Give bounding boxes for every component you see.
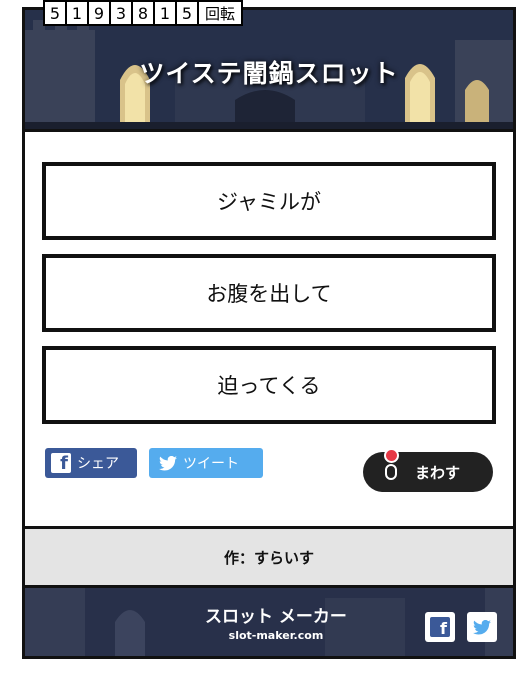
reel-3: 迫ってくる: [42, 346, 496, 424]
slot-maker-logo[interactable]: スロット メーカー slot-maker.com: [205, 602, 347, 642]
spin-counter: 5 1 9 3 8 1 5 回転: [43, 0, 244, 26]
facebook-share-button[interactable]: f シェア: [45, 448, 137, 478]
facebook-icon: f: [430, 617, 450, 637]
counter-digit: 8: [133, 2, 153, 24]
slot-title: ツイステ闇鍋スロット: [139, 59, 399, 88]
reel-1: ジャミルが: [42, 162, 496, 240]
reel-2: お腹を出して: [42, 254, 496, 332]
spin-button[interactable]: まわす: [363, 448, 493, 492]
author-credit: 作：すらいす: [25, 526, 513, 588]
slot-machine-frame: ツイステ闇鍋スロット ジャミルが お腹を出して 迫ってくる f シェア ツイート…: [22, 7, 516, 659]
action-bar: f シェア ツイート まわす: [25, 438, 513, 534]
tweet-label: ツイート: [183, 456, 239, 472]
author-label: 作：すらいす: [223, 548, 314, 567]
counter-unit: 回転: [199, 2, 242, 24]
counter-digit: 9: [89, 2, 109, 24]
logo-url-text: slot-maker.com: [228, 629, 324, 642]
counter-digit: 5: [177, 2, 197, 24]
header-banner: ツイステ闇鍋スロット: [25, 10, 513, 132]
counter-digit: 1: [67, 2, 87, 24]
facebook-icon: f: [51, 453, 71, 473]
lever-icon: [381, 448, 401, 484]
counter-digit: 5: [45, 2, 65, 24]
twitter-icon: [159, 455, 177, 471]
footer-facebook-button[interactable]: f: [425, 612, 455, 642]
spin-label: まわす: [415, 463, 461, 482]
footer: スロット メーカー slot-maker.com f: [25, 588, 513, 656]
counter-digit: 1: [155, 2, 175, 24]
logo-main-text: スロット メーカー: [205, 607, 347, 627]
reels-area: ジャミルが お腹を出して 迫ってくる: [25, 132, 513, 424]
footer-twitter-button[interactable]: [467, 612, 497, 642]
share-label: シェア: [77, 456, 119, 472]
counter-digit: 3: [111, 2, 131, 24]
tweet-button[interactable]: ツイート: [149, 448, 263, 478]
twitter-icon: [473, 619, 491, 635]
